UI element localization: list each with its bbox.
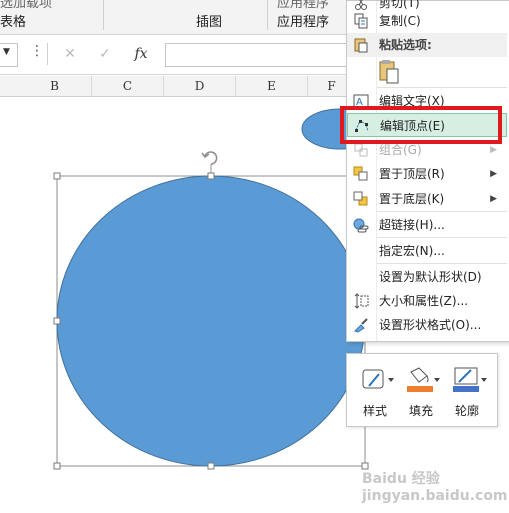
menu-item-label: 设置为默认形状(D) (379, 270, 482, 284)
shape-fill-button[interactable]: 填充 (399, 360, 443, 420)
ribbon-group-table: 表格 (0, 15, 27, 30)
send-back-icon (353, 191, 368, 206)
formula-bar-divider (47, 43, 48, 65)
chevron-down-icon: ▼ (3, 47, 10, 57)
ribbon-separator (267, 0, 268, 30)
paste-icon (379, 60, 399, 84)
circle-shape[interactable] (56, 175, 366, 467)
menu-item-paste-options: 粘贴选项: (347, 33, 507, 57)
group-icon (354, 143, 368, 157)
formula-bar-menu-icon[interactable]: ⋮ (30, 43, 44, 59)
column-header-e[interactable]: E (236, 76, 308, 96)
mini-toolbar: 样式 填充 轮廓 (346, 353, 498, 427)
resize-handle[interactable] (53, 172, 61, 180)
enter-icon[interactable]: ✓ (92, 44, 118, 64)
resize-handle[interactable] (53, 317, 61, 325)
column-header-b[interactable]: B (18, 76, 92, 96)
context-menu: 剪切(T) 复制(C) 粘贴选项: A 编辑文字(X) 编辑顶点(E) 组合(G… (346, 0, 509, 342)
watermark-text: Baidu 经验 jingyan.baidu.com (362, 471, 508, 504)
fill-label: 填充 (408, 404, 433, 418)
ribbon-separator (103, 0, 104, 30)
submenu-arrow-icon: ▶ (490, 194, 497, 204)
size-props-icon (354, 293, 369, 309)
outline-label: 轮廓 (454, 404, 479, 418)
hyperlink-icon (353, 218, 369, 233)
menu-item-label: 大小和属性(Z)... (379, 294, 469, 308)
menu-item-assign-macro[interactable]: 指定宏(N)... (347, 239, 507, 263)
shape-style-button[interactable]: 样式 (353, 360, 397, 420)
menu-item-bring-to-front[interactable]: 置于顶层(R) ▶ (347, 162, 507, 186)
submenu-arrow-icon: ▶ (490, 169, 497, 179)
menu-item-hyperlink[interactable]: 超链接(H)... (347, 213, 507, 237)
paste-icon (354, 38, 368, 53)
format-shape-icon (354, 318, 368, 333)
menu-separator (377, 211, 507, 212)
style-label: 样式 (362, 404, 387, 418)
menu-item-label: 置于顶层(R) (379, 167, 445, 181)
column-header-c[interactable]: C (92, 76, 164, 96)
resize-handle[interactable] (207, 172, 215, 180)
menu-item-size-properties[interactable]: 大小和属性(Z)... (347, 289, 507, 313)
menu-item-label: 置于底层(K) (379, 192, 445, 206)
ribbon-fragment: 应用程序 (277, 0, 330, 11)
resize-handle[interactable] (207, 462, 215, 470)
menu-item-label: 超链接(H)... (379, 218, 445, 232)
ribbon-group-illustrations: 插图 (196, 15, 223, 30)
resize-handle[interactable] (53, 462, 61, 470)
shape-style-icon (362, 369, 394, 389)
menu-item-label: 设置形状格式(O)... (379, 318, 482, 332)
shape-outline-button[interactable]: 轮廓 (445, 360, 489, 420)
menu-item-format-shape[interactable]: 设置形状格式(O)... (347, 313, 507, 337)
pen-outline-icon (453, 367, 487, 392)
menu-item-label: 复制(C) (379, 14, 421, 28)
paint-bucket-icon (407, 367, 440, 392)
menu-item-copy[interactable]: 复制(C) (347, 9, 507, 33)
menu-item-set-default-shape[interactable]: 设置为默认形状(D) (347, 265, 507, 289)
copy-icon (354, 13, 368, 29)
ribbon-fragment: 选加载项 (0, 0, 53, 11)
ribbon-group-apps: 应用程序 (277, 15, 330, 30)
column-header-d[interactable]: D (164, 76, 236, 96)
rotate-handle-icon[interactable] (201, 151, 218, 173)
menu-separator (377, 87, 507, 88)
menu-item-label: 指定宏(N)... (379, 244, 445, 258)
menu-separator (377, 263, 507, 264)
cancel-icon[interactable]: ✕ (57, 44, 83, 64)
annotation-highlight-box (340, 106, 502, 144)
bring-front-icon (353, 166, 368, 181)
menu-item-send-to-back[interactable]: 置于底层(K) ▶ (347, 187, 507, 211)
paste-option-button[interactable] (377, 59, 401, 85)
menu-item-label: 粘贴选项: (379, 38, 432, 52)
name-box[interactable]: ▼ (0, 43, 18, 67)
menu-separator (377, 237, 507, 238)
insert-function-icon[interactable]: fx (128, 44, 154, 64)
